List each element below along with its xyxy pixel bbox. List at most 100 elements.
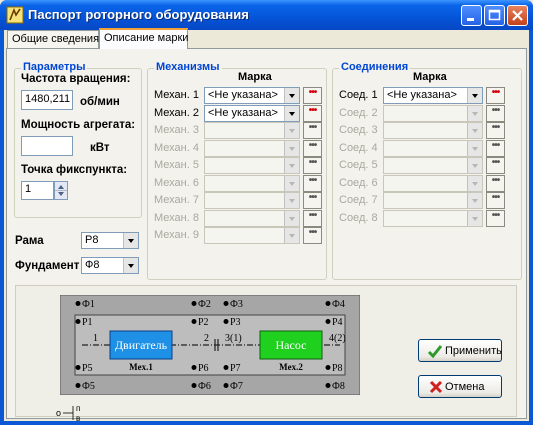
mechanism-select[interactable]: <Не указана> [204,87,300,104]
mechanism-select[interactable] [204,192,300,209]
connection-browse-button[interactable]: ••• [486,104,505,122]
connection-browse-button[interactable]: ••• [486,122,505,139]
chevron-down-icon[interactable] [467,210,482,226]
scheme-point-marker [325,301,331,306]
scheme-point-marker [191,319,197,324]
shaft-label-1: 1 [93,333,98,344]
mechanism-select[interactable] [204,139,300,157]
power-input[interactable] [21,136,73,156]
cancel-label: Отмена [445,381,485,393]
mechanism-row-label: Механ. 7 [154,194,199,206]
connection-select[interactable] [383,157,483,174]
mechanism-select[interactable] [204,174,300,192]
chevron-down-icon[interactable] [284,88,299,103]
mechanism-browse-button[interactable]: ••• [303,157,322,174]
mechanism-1-caption: Mex.1 [129,362,153,372]
mechanism-select[interactable] [204,227,300,244]
apply-label: Применить [445,345,502,357]
mechanism-select[interactable] [204,122,300,139]
connection-row-label: Соед. 4 [339,141,378,154]
connection-browse-button[interactable]: ••• [486,174,505,192]
chevron-down-icon[interactable] [284,175,299,191]
title-bar[interactable]: Паспорт роторного оборудования [0,0,533,30]
scheme-point-label: Р7 [230,363,241,374]
mechanism-browse-button[interactable]: ••• [303,104,322,122]
speed-input[interactable]: 1480,211 [21,90,73,110]
mechanism-row-label: Механ. 6 [154,176,199,189]
mechanism-browse-button[interactable]: ••• [303,122,322,139]
chevron-down-icon[interactable] [467,88,482,103]
chevron-down-icon[interactable] [284,228,299,243]
connection-browse-button[interactable]: ••• [486,157,505,174]
chevron-down-icon[interactable] [467,158,482,173]
mechanism-row-label: Механ. 2 [154,106,199,119]
mechanism-select-value: <Не указана> [208,89,278,101]
mechanism-browse-button[interactable]: ••• [303,174,322,192]
mechanism-browse-button[interactable]: ••• [303,139,322,157]
maximize-button[interactable] [484,5,505,26]
mechanism-browse-button[interactable]: ••• [303,227,322,244]
chevron-down-icon[interactable] [467,175,482,191]
chevron-down-icon[interactable] [284,210,299,226]
foundation-select[interactable]: Ф8 [81,257,139,274]
scheme-point-marker [75,365,81,370]
axis-legend: о п в [56,404,80,422]
fixpoint-spinner[interactable] [54,181,68,200]
mechanism-browse-button[interactable]: ••• [303,209,322,227]
chevron-down-icon[interactable] [467,140,482,156]
connection-row-label: Соед. 6 [339,176,378,189]
mechanisms-column-header: Марка [238,71,272,83]
chevron-down-icon[interactable] [123,233,138,248]
chevron-down-icon[interactable] [284,158,299,173]
close-icon [512,10,523,21]
mechanism-select[interactable]: <Не указана> [204,104,300,122]
mechanism-2-name: Насос [276,338,307,352]
mechanism-select[interactable] [204,209,300,227]
mechanisms-group: Механизмы Марка Механ. 1 <Не указана> ••• М… [147,61,327,280]
frame-value: Р8 [85,234,99,246]
connection-select[interactable] [383,192,483,209]
tab-panel: Параметры Частота вращения: 1480,211 об/… [6,48,527,422]
chevron-down-icon[interactable] [284,193,299,208]
connection-browse-button[interactable]: ••• [486,209,505,227]
scheme-point-label: Р8 [332,363,343,374]
connection-select[interactable] [383,104,483,122]
scheme-point-label: Ф4 [332,299,345,310]
chevron-down-icon[interactable] [467,105,482,121]
connection-select[interactable] [383,139,483,157]
scheme-point-label: Ф5 [82,381,95,392]
minimize-icon [467,18,474,21]
minimize-button[interactable] [461,5,482,26]
chevron-down-icon[interactable] [284,105,299,121]
cancel-button[interactable]: Отмена [418,375,502,398]
connection-browse-button[interactable]: ••• [486,87,505,104]
connection-select[interactable]: <Не указана> [383,87,483,104]
mechanism-select[interactable] [204,157,300,174]
connection-browse-button[interactable]: ••• [486,139,505,157]
mechanism-row-label: Механ. 8 [154,211,199,224]
chevron-down-icon[interactable] [284,123,299,138]
connection-select[interactable] [383,122,483,139]
fixpoint-label: Точка фикспункта: [21,164,128,176]
fixpoint-input[interactable]: 1 [21,181,54,200]
power-unit: кВт [90,142,110,154]
chevron-down-icon[interactable] [467,193,482,208]
close-button[interactable] [507,5,528,26]
connections-group: Соединения Марка Соед. 1 <Не указана> ••• С… [332,61,522,280]
apply-button[interactable]: Применить [418,339,502,362]
chevron-down-icon[interactable] [123,258,138,273]
tab-brand-description[interactable]: Описание марки [99,28,188,49]
mechanism-browse-button[interactable]: ••• [303,192,322,209]
connection-browse-button[interactable]: ••• [486,192,505,209]
chevron-down-icon[interactable] [284,140,299,156]
connection-select[interactable] [383,209,483,227]
frame-select[interactable]: Р8 [81,232,139,249]
mechanisms-legend: Механизмы [154,61,222,73]
mechanism-browse-button[interactable]: ••• [303,87,322,104]
scheme-point-label: Р5 [82,363,93,374]
connection-select-value: <Не указана> [387,89,457,101]
connection-select[interactable] [383,174,483,192]
tab-general[interactable]: Общие сведения [7,30,99,48]
chevron-down-icon[interactable] [467,123,482,138]
cross-icon [429,380,443,394]
